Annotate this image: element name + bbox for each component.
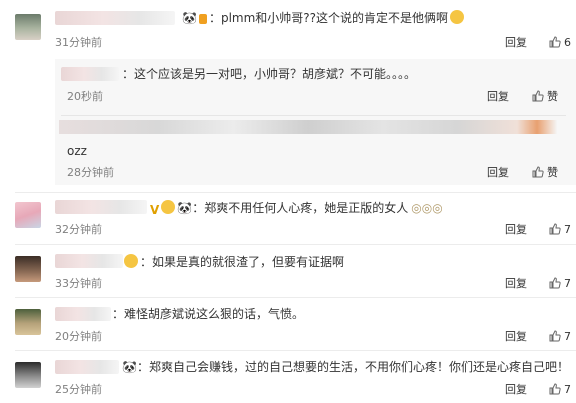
reply-button[interactable]: 回复 <box>505 383 527 397</box>
avatar[interactable] <box>15 202 41 228</box>
reply-button[interactable]: 回复 <box>487 166 509 180</box>
comment-time: 33分钟前 <box>55 277 102 290</box>
divider <box>15 297 576 298</box>
thumbs-up-icon <box>549 223 561 235</box>
like-button[interactable]: 7 <box>549 330 571 344</box>
eye-emoji-icon <box>124 254 138 268</box>
reply-button[interactable]: 回复 <box>505 277 527 291</box>
username-redacted[interactable] <box>55 254 123 268</box>
comment-text-row: ：如果是真的就很渣了，但要有证据啊 <box>124 254 344 270</box>
like-label: 赞 <box>547 166 558 179</box>
reply-button[interactable]: 回复 <box>505 330 527 344</box>
divider <box>15 244 576 245</box>
thumbs-up-icon <box>549 36 561 48</box>
like-count: 7 <box>564 223 571 236</box>
username-redacted[interactable] <box>55 200 147 214</box>
eye-emoji-icon <box>161 200 176 214</box>
reply-text: ：这个应该是另一对吧，小帅哥？胡彦斌？不可能。。。。 <box>122 67 417 81</box>
like-button[interactable]: 赞 <box>532 166 558 180</box>
avatar[interactable] <box>15 362 41 388</box>
comment-text: ：郑爽自己会赚钱，过的自己想要的生活，不用你们心疼！你们还是心疼自己吧！ <box>136 360 569 374</box>
reply-time: 28分钟前 <box>67 166 114 179</box>
divider <box>15 350 576 351</box>
comment-text-row: V 🐼：郑爽不用任何人心疼，她是正版的女人 ◎◎◎ <box>150 200 443 217</box>
comment-time: 25分钟前 <box>55 383 102 396</box>
like-button[interactable]: 7 <box>549 223 571 237</box>
like-count: 7 <box>564 330 571 343</box>
panda-badge-icon: 🐼 <box>122 360 137 374</box>
like-label: 赞 <box>547 90 558 103</box>
comment-time: 20分钟前 <box>55 330 102 343</box>
username-redacted[interactable] <box>55 11 175 25</box>
like-button[interactable]: 7 <box>549 383 571 397</box>
thumbs-up-icon <box>532 90 544 102</box>
like-button[interactable]: 赞 <box>532 90 558 104</box>
like-count: 7 <box>564 277 571 290</box>
comment-text: ：如果是真的就很渣了，但要有证据啊 <box>140 255 345 269</box>
like-count: 7 <box>564 383 571 396</box>
thumbs-up-icon <box>532 166 544 178</box>
comment-text: ：plmm和小帅哥??这个说的肯定不是他俩啊 <box>208 11 449 25</box>
like-button[interactable]: 7 <box>549 277 571 291</box>
panda-badge-icon: 🐼 <box>182 11 197 25</box>
reply-button[interactable]: 回复 <box>505 36 527 50</box>
reply-button[interactable]: 回复 <box>487 90 509 104</box>
reply-text: ozz <box>67 144 87 158</box>
comment-time: 32分钟前 <box>55 223 102 236</box>
thumbs-up-icon <box>549 383 561 395</box>
username-redacted[interactable] <box>55 307 111 321</box>
laughing-emoji-icon <box>450 10 465 24</box>
avatar[interactable] <box>15 309 41 335</box>
comment-text-row: 🐼：郑爽自己会赚钱，过的自己想要的生活，不用你们心疼！你们还是心疼自己吧！ <box>122 359 569 375</box>
username-redacted[interactable] <box>55 360 119 374</box>
reply-time: 20秒前 <box>67 90 103 103</box>
v-badge-icon <box>198 14 207 24</box>
divider <box>15 192 576 193</box>
like-button[interactable]: 6 <box>549 36 571 50</box>
comment-text: ：难怪胡彦斌说这么狠的话，气愤。 <box>112 307 305 321</box>
comment-text: ：郑爽不用任何人心疼，她是正版的女人 <box>192 201 409 215</box>
reply-button[interactable]: 回复 <box>505 223 527 237</box>
redacted-text <box>59 120 557 134</box>
avatar[interactable] <box>15 256 41 282</box>
like-count: 6 <box>564 36 571 49</box>
reply-thread: ：这个应该是另一对吧，小帅哥？胡彦斌？不可能。。。。 20秒前 回复 赞 ozz… <box>55 59 576 185</box>
panda-badge-icon: 🐼 <box>177 201 193 215</box>
divider <box>61 115 566 116</box>
emoji-icons: ◎◎◎ <box>411 201 443 215</box>
thumbs-up-icon <box>549 330 561 342</box>
thumbs-up-icon <box>549 277 561 289</box>
v-badge-icon: V <box>150 203 160 217</box>
username-redacted[interactable] <box>61 67 119 81</box>
comment-text-row: 🐼 ：plmm和小帅哥??这个说的肯定不是他俩啊 <box>182 10 465 26</box>
comment-time: 31分钟前 <box>55 36 102 49</box>
avatar[interactable] <box>15 14 41 40</box>
